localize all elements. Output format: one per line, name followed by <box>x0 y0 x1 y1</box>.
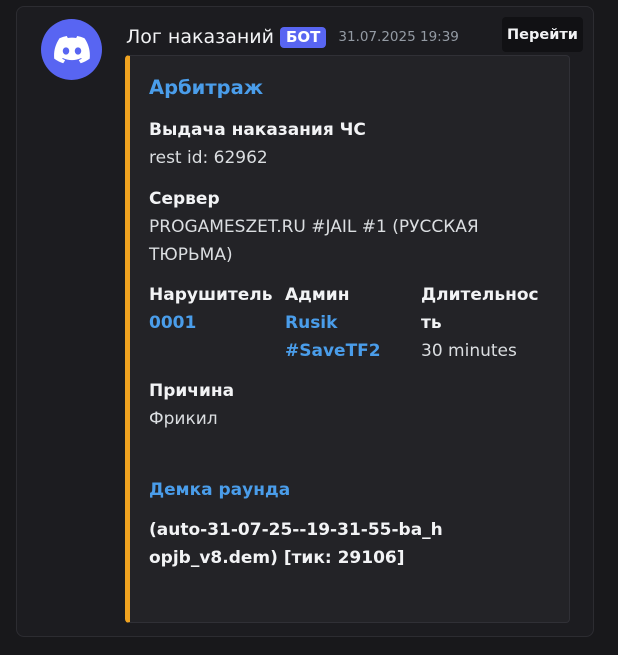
bot-avatar[interactable] <box>41 19 102 80</box>
field-reason: Причина Фрикил <box>149 377 539 433</box>
field-reason-name: Причина <box>149 381 235 401</box>
embed-title[interactable]: Арбитраж <box>149 76 263 99</box>
field-reason-value: Фрикил <box>149 409 218 429</box>
username[interactable]: Лог наказаний <box>126 26 274 48</box>
field-server: Сервер PROGAMESZET.RU #JAIL #1 (РУССКАЯ … <box>149 185 539 269</box>
field-server-name: Сервер <box>149 189 220 209</box>
field-offender-value[interactable]: 0001 <box>149 309 279 337</box>
field-server-value: PROGAMESZET.RU #JAIL #1 (РУССКАЯ ТЮРЬМА) <box>149 217 479 265</box>
field-duration: Длительность 30 minutes <box>421 281 543 365</box>
timestamp[interactable]: 31.07.2025 19:39 <box>338 29 459 45</box>
field-admin-value[interactable]: Rusik #SaveTF2 <box>285 309 410 365</box>
description-line: rest id: 62962 <box>149 148 268 168</box>
embed-description: Выдача наказания ЧС rest id: 62962 <box>149 116 549 172</box>
message-card: Лог наказаний БОТ 31.07.2025 19:39 Перей… <box>16 6 594 637</box>
embed: Арбитраж Выдача наказания ЧС rest id: 62… <box>125 55 570 623</box>
field-admin-name: Админ <box>285 285 350 305</box>
message-header: Лог наказаний БОТ 31.07.2025 19:39 <box>126 23 459 51</box>
field-duration-name: Длительность <box>421 285 539 333</box>
goto-button[interactable]: Перейти <box>502 17 583 52</box>
field-demo: Демка раунда (auto-31-07-25--19-31-55-ba… <box>149 476 539 572</box>
bot-badge: БОТ <box>279 26 327 48</box>
field-demo-value: (auto-31-07-25--19-31-55-ba_hopjb_v8.dem… <box>149 520 443 568</box>
field-duration-value: 30 minutes <box>421 341 517 361</box>
field-offender-name: Нарушитель <box>149 285 273 305</box>
description-heading: Выдача наказания ЧС <box>149 120 366 140</box>
field-admin: Админ Rusik #SaveTF2 <box>285 281 410 365</box>
field-offender: Нарушитель 0001 <box>149 281 279 337</box>
field-demo-name[interactable]: Демка раунда <box>149 476 539 504</box>
discord-logo-icon <box>53 35 90 63</box>
